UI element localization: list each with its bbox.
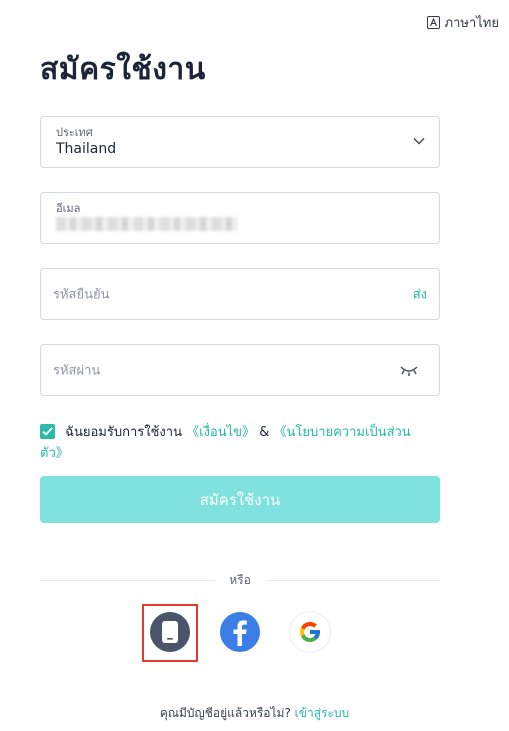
- or-divider: หรือ: [40, 570, 440, 590]
- facebook-icon: [233, 620, 247, 646]
- country-select[interactable]: ประเทศ Thailand: [40, 116, 440, 168]
- or-label: หรือ: [215, 571, 265, 590]
- language-label: ภาษาไทย: [444, 16, 499, 31]
- eye-closed-icon[interactable]: [399, 364, 419, 378]
- privacy-link-part2: ตัว》: [40, 446, 69, 461]
- country-label: ประเทศ: [56, 126, 93, 139]
- check-icon: [42, 427, 53, 436]
- agreement-and: &: [259, 425, 270, 440]
- password-placeholder: รหัสผ่าน: [53, 363, 101, 379]
- chevron-down-icon: [413, 138, 425, 145]
- verification-code-field[interactable]: รหัสยืนยัน ส่ง: [40, 268, 440, 320]
- page-title: สมัครใช้งาน: [40, 52, 206, 87]
- login-question: คุณมีบัญชีอยู่แล้วหรือไม่?: [159, 706, 291, 720]
- agreement-text: ฉันยอมรับการใช้งาน: [65, 425, 182, 440]
- google-icon: [300, 622, 320, 642]
- google-login-button[interactable]: [290, 612, 330, 652]
- login-prompt: คุณมีบัญชีอยู่แล้วหรือไม่? เข้าสู่ระบบ: [0, 704, 509, 723]
- email-label: อีเมล: [56, 202, 81, 215]
- country-value: Thailand: [56, 141, 117, 157]
- privacy-link-part1: 《นโยบายความเป็นส่วน: [273, 425, 411, 440]
- facebook-login-button[interactable]: [220, 612, 260, 652]
- translate-icon: [426, 16, 440, 29]
- terms-link[interactable]: 《เงื่อนไข》: [186, 425, 255, 440]
- agreement-row: ฉันยอมรับการใช้งาน 《เงื่อนไข》 & 《นโยบายค…: [40, 422, 440, 464]
- email-field[interactable]: อีเมล: [40, 192, 440, 244]
- agree-checkbox[interactable]: [40, 424, 55, 439]
- password-field[interactable]: รหัสผ่าน: [40, 344, 440, 396]
- register-button[interactable]: สมัครใช้งาน: [40, 476, 440, 523]
- language-switcher[interactable]: ภาษาไทย: [426, 12, 499, 33]
- phone-login-button[interactable]: [150, 612, 190, 652]
- verification-code-placeholder: รหัสยืนยัน: [53, 287, 110, 303]
- email-value-blurred: [56, 217, 238, 231]
- login-link[interactable]: เข้าสู่ระบบ: [295, 706, 350, 720]
- phone-icon: [162, 621, 178, 643]
- send-code-button[interactable]: ส่ง: [413, 284, 427, 305]
